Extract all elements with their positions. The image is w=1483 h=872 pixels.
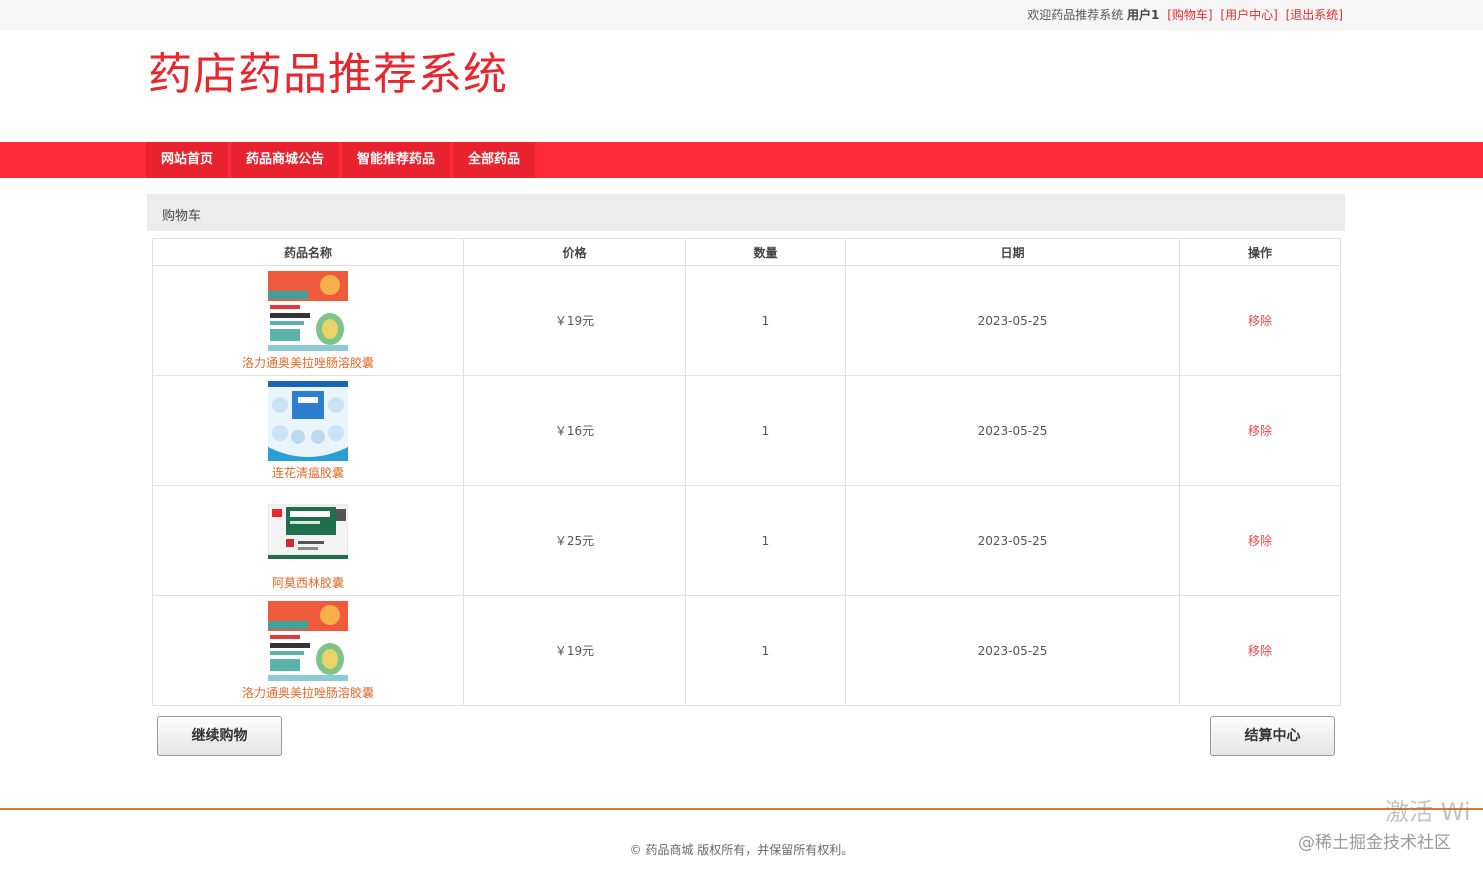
cart-table: 药品名称 价格 数量 日期 操作 洛力通奥美拉唑肠溶胶囊 ￥19元 1 2023… <box>152 238 1341 706</box>
remove-link[interactable]: 移除 <box>1248 424 1272 438</box>
main-nav: 网站首页 药品商城公告 智能推荐药品 全部药品 <box>0 142 1483 178</box>
table-row: 洛力通奥美拉唑肠溶胶囊 ￥19元 1 2023-05-25 移除 <box>152 265 1341 376</box>
product-name-link[interactable]: 阿莫西林胶囊 <box>272 576 344 590</box>
product-image-omeprazole[interactable] <box>268 600 348 681</box>
nav-recommend[interactable]: 智能推荐药品 <box>342 142 451 178</box>
price-cell: ￥19元 <box>463 595 686 706</box>
nav-home[interactable]: 网站首页 <box>146 142 229 178</box>
remove-link[interactable]: 移除 <box>1248 534 1272 548</box>
col-name: 药品名称 <box>152 238 464 266</box>
username: 用户1 <box>1127 8 1160 22</box>
product-cell: 洛力通奥美拉唑肠溶胶囊 <box>152 265 464 376</box>
user-center-link[interactable]: [用户中心] <box>1220 8 1277 22</box>
welcome-text: 欢迎药品推荐系统 <box>1027 8 1124 22</box>
remove-link[interactable]: 移除 <box>1248 644 1272 658</box>
date-cell: 2023-05-25 <box>845 265 1180 376</box>
qty-cell: 1 <box>685 265 846 376</box>
col-date: 日期 <box>845 238 1180 266</box>
remove-link[interactable]: 移除 <box>1248 314 1272 328</box>
cart-panel-header: 购物车 <box>147 194 1345 231</box>
price-cell: ￥25元 <box>463 485 686 596</box>
site-title: 药店药品推荐系统 <box>148 49 508 100</box>
action-cell: 移除 <box>1179 595 1341 706</box>
checkout-button[interactable]: 结算中心 <box>1210 716 1335 756</box>
col-qty: 数量 <box>685 238 846 266</box>
action-cell: 移除 <box>1179 265 1341 376</box>
product-image-lianhua[interactable] <box>268 380 348 461</box>
product-name-link[interactable]: 洛力通奥美拉唑肠溶胶囊 <box>242 686 374 700</box>
action-cell: 移除 <box>1179 485 1341 596</box>
product-cell: 连花清瘟胶囊 <box>152 375 464 486</box>
nav-all-drugs[interactable]: 全部药品 <box>453 142 536 178</box>
panel-title: 购物车 <box>162 209 202 224</box>
footer-copyright: © 药品商城 版权所有，并保留所有权利。 <box>629 843 854 857</box>
site-watermark: @稀土掘金技术社区 <box>1298 833 1451 853</box>
date-cell: 2023-05-25 <box>845 485 1180 596</box>
cart-link[interactable]: [购物车] <box>1167 8 1212 22</box>
action-cell: 移除 <box>1179 375 1341 486</box>
nav-announcements[interactable]: 药品商城公告 <box>231 142 340 178</box>
footer-divider <box>0 808 1483 810</box>
product-name-link[interactable]: 连花清瘟胶囊 <box>272 466 344 480</box>
table-row: 洛力通奥美拉唑肠溶胶囊 ￥19元 1 2023-05-25 移除 <box>152 595 1341 706</box>
continue-shopping-button[interactable]: 继续购物 <box>157 716 282 756</box>
table-header-row: 药品名称 价格 数量 日期 操作 <box>152 238 1341 266</box>
qty-cell: 1 <box>685 375 846 486</box>
table-row: 连花清瘟胶囊 ￥16元 1 2023-05-25 移除 <box>152 375 1341 486</box>
date-cell: 2023-05-25 <box>845 595 1180 706</box>
top-bar-links: 欢迎药品推荐系统 用户1 [购物车] [用户中心] [退出系统] <box>1027 6 1343 23</box>
table-row: 阿莫西林胶囊 ￥25元 1 2023-05-25 移除 <box>152 485 1341 596</box>
product-cell: 阿莫西林胶囊 <box>152 485 464 596</box>
price-cell: ￥16元 <box>463 375 686 486</box>
product-name-link[interactable]: 洛力通奥美拉唑肠溶胶囊 <box>242 356 374 370</box>
product-image-omeprazole[interactable] <box>268 270 348 351</box>
product-cell: 洛力通奥美拉唑肠溶胶囊 <box>152 595 464 706</box>
logout-link[interactable]: [退出系统] <box>1286 8 1343 22</box>
date-cell: 2023-05-25 <box>845 375 1180 486</box>
price-cell: ￥19元 <box>463 265 686 376</box>
qty-cell: 1 <box>685 595 846 706</box>
product-image-amoxicillin[interactable] <box>268 490 348 571</box>
col-price: 价格 <box>463 238 686 266</box>
qty-cell: 1 <box>685 485 846 596</box>
windows-activate-watermark: 激活 Wi <box>1385 798 1471 826</box>
top-bar: 欢迎药品推荐系统 用户1 [购物车] [用户中心] [退出系统] <box>0 0 1483 31</box>
col-action: 操作 <box>1179 238 1341 266</box>
